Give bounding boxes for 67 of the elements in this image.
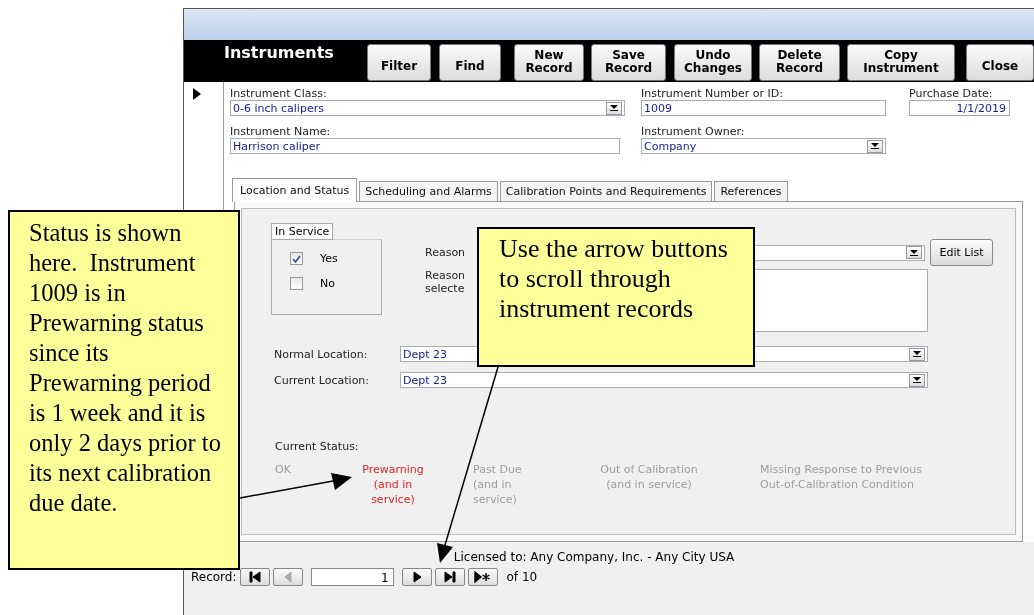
- dropdown-field[interactable]: Company: [641, 138, 886, 154]
- toolbar-button[interactable]: Delete Record: [759, 43, 840, 81]
- tab[interactable]: Calibration Points and Requirements: [499, 181, 713, 201]
- navigation-button[interactable]: [401, 568, 432, 586]
- dropdown-button[interactable]: [909, 347, 925, 361]
- dropdown-button[interactable]: [606, 101, 622, 115]
- navigation-button[interactable]: [467, 568, 498, 586]
- field-label: Current Status:: [275, 440, 360, 453]
- checkbox-label: No: [320, 277, 335, 290]
- field-label: Instrument Class:: [230, 87, 328, 100]
- form-title: Instruments: [224, 43, 335, 62]
- field-label: Instrument Owner:: [641, 125, 746, 138]
- text-field[interactable]: 1/1/2019: [909, 100, 1010, 116]
- field-label: Purchase Date:: [909, 87, 994, 100]
- caret-icon: [610, 105, 618, 111]
- previous-icon: [282, 571, 293, 583]
- status-label: Missing Response to Previous Out-of-Calibration Condition: [760, 462, 922, 493]
- checkbox[interactable]: [290, 277, 303, 290]
- field-label: Instrument Name:: [230, 125, 332, 138]
- check-icon: [292, 254, 301, 263]
- current-record-icon: [193, 88, 201, 100]
- navigation-button[interactable]: [239, 568, 270, 586]
- caret-icon: [910, 249, 918, 256]
- field-label: Current Location:: [274, 373, 371, 387]
- toolbar-button[interactable]: Save Record: [591, 43, 666, 81]
- new-record-icon: [474, 571, 491, 583]
- tab[interactable]: References: [714, 181, 788, 201]
- checkbox[interactable]: [290, 252, 303, 265]
- text-field[interactable]: 1009: [641, 100, 886, 116]
- edit-list-button[interactable]: Edit List: [930, 239, 993, 266]
- tab[interactable]: Location and Status: [232, 178, 358, 202]
- license-text: Licensed to: Any Company, Inc. - Any City USA: [452, 550, 736, 564]
- last-record-icon: [443, 571, 456, 583]
- toolbar-button[interactable]: Close: [966, 43, 1034, 81]
- first-record-icon: [248, 571, 261, 583]
- field-label: Instrument Number or ID:: [641, 87, 784, 100]
- dropdown-button[interactable]: [867, 139, 883, 153]
- group-label: In Service: [271, 223, 334, 240]
- toolbar-button[interactable]: Copy Instrument: [847, 43, 955, 81]
- field-label: Reason selecte: [425, 269, 467, 295]
- status-label: Prewarning (and in service): [361, 462, 425, 507]
- status-label: Past Due (and in service): [473, 462, 523, 507]
- toolbar-button[interactable]: Find: [439, 43, 501, 81]
- field-label: Reason: [425, 246, 467, 259]
- caret-icon: [871, 143, 879, 149]
- callout-tooltip: Status is shown here. Instrument 1009 is in Prewarning status since its Prewarning period is 1 week and it is only 2 days prior to its next calibration due date.: [8, 210, 240, 570]
- dropdown-button[interactable]: [909, 373, 925, 387]
- dropdown-field[interactable]: 0-6 inch calipers: [230, 100, 625, 116]
- caret-icon: [913, 377, 921, 383]
- next-icon: [411, 571, 422, 583]
- record-count: of 10: [506, 570, 538, 584]
- toolbar-button[interactable]: Filter: [367, 43, 431, 81]
- record-number-field[interactable]: 1: [310, 568, 394, 586]
- text-field[interactable]: Harrison caliper: [230, 138, 620, 154]
- checkbox-label: Yes: [320, 252, 338, 265]
- caret-icon: [913, 351, 921, 357]
- dropdown-field[interactable]: Dept 23: [400, 372, 928, 388]
- tab[interactable]: Scheduling and Alarms: [359, 181, 498, 201]
- record-label: Record:: [191, 570, 237, 584]
- toolbar-button[interactable]: New Record: [514, 43, 584, 81]
- dropdown-button[interactable]: [906, 246, 922, 259]
- navigation-button[interactable]: [434, 568, 465, 586]
- status-label: Out of Calibration (and in service): [599, 462, 699, 493]
- toolbar-button[interactable]: Undo Changes: [674, 43, 752, 81]
- field-label: Normal Location:: [274, 347, 369, 361]
- callout-tooltip: Use the arrow buttons to scroll through instrument records: [477, 227, 755, 367]
- status-label: OK: [275, 462, 292, 478]
